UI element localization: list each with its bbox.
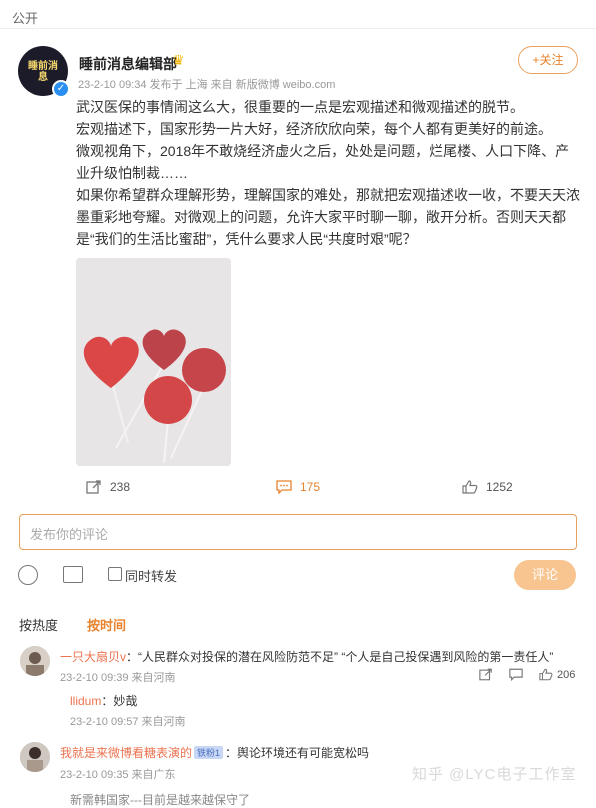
- repost-label: 同时转发: [125, 569, 178, 584]
- crown-icon: ♛: [172, 52, 185, 68]
- submit-comment-button[interactable]: 评论: [514, 560, 576, 590]
- post-paragraph: 宏观描述下，国家形势一片大好，经济欣欣向荣，每个人都有更美好的前途。: [76, 121, 552, 137]
- post-body: 武汉医保的事情闹这么大，很重要的一点是宏观描述和微观描述的脱节。 宏观描述下，国…: [76, 96, 582, 250]
- follow-button[interactable]: +关注: [518, 46, 578, 74]
- share-icon: [86, 480, 101, 494]
- share-action[interactable]: 238: [86, 478, 130, 496]
- comment-username[interactable]: 一只大扇贝v: [60, 650, 126, 664]
- comment-reply-icon[interactable]: [509, 668, 523, 684]
- comment-like-count: 206: [557, 668, 576, 681]
- comment-icon: [276, 480, 292, 494]
- post-paragraph: 如果你希望群众理解形势，理解国家的难处，那就把宏观描述收一收，不要天天浓墨重彩地…: [76, 187, 580, 247]
- post-paragraph: 微观视角下，2018年不敢烧经济虚火之后，处处是问题，烂尾楼、人口下降、产业升级…: [76, 143, 570, 181]
- comment-line: 一只大扇贝v：“人民群众对投保的潜在风险防范不足” “个人是自己投保遇到风险的第…: [60, 648, 553, 665]
- author-name[interactable]: 睡前消息编辑部: [79, 54, 177, 74]
- comment-count: 175: [300, 480, 321, 494]
- thumbs-up-icon: [462, 480, 478, 494]
- emoji-icon[interactable]: [18, 565, 38, 585]
- comment-meta: 23-2-10 09:35 来自广东: [60, 769, 176, 781]
- avatar-image: [20, 646, 50, 676]
- comment-like-action[interactable]: 206: [539, 668, 575, 681]
- comment-text: ：舆论环境还有可能宽松吗: [225, 746, 370, 760]
- commenter-avatar[interactable]: [20, 742, 50, 772]
- comment-placeholder: 发布你的评论: [30, 527, 109, 542]
- sort-by-hot-tab[interactable]: 按热度: [19, 615, 58, 634]
- reply-line: llidum：妙哉: [70, 692, 137, 709]
- top-divider: [0, 28, 596, 29]
- commenter-avatar[interactable]: [20, 646, 50, 676]
- image-icon[interactable]: [63, 566, 83, 583]
- post-image[interactable]: [76, 258, 231, 466]
- comment-share-icon[interactable]: [479, 668, 493, 684]
- comment-action[interactable]: 175: [276, 478, 320, 496]
- lollipop-image: [76, 258, 231, 466]
- reply-meta: 23-2-10 09:57 来自河南: [70, 716, 186, 728]
- repost-checkbox[interactable]: [108, 567, 122, 581]
- avatar-image: [20, 742, 50, 772]
- thumbs-up-icon: [539, 668, 553, 681]
- visibility-label: 公开: [12, 11, 39, 26]
- comment-line: 我就是来微博看糖表演的 铁粉1 ：舆论环境还有可能宽松吗: [60, 744, 369, 761]
- avatar-text: 睡前消息: [28, 61, 58, 83]
- sort-by-time-tab[interactable]: 按时间: [87, 615, 126, 634]
- share-count: 238: [110, 480, 131, 494]
- comment-meta: 23-2-10 09:39 来自河南: [60, 672, 176, 684]
- post-meta: 23-2-10 09:34 发布于 上海 来自 新版微博 weibo.com: [78, 79, 336, 91]
- reply-username[interactable]: llidum: [70, 694, 101, 708]
- verified-icon: ✓: [52, 80, 70, 98]
- comment-text: ：“人民群众对投保的潜在风险防范不足” “个人是自己投保遇到风险的第一责任人”: [126, 650, 554, 664]
- like-action[interactable]: 1252: [462, 478, 513, 496]
- fan-badge: 铁粉1: [194, 746, 224, 759]
- comment-username[interactable]: 我就是来微博看糖表演的: [60, 746, 192, 760]
- reply-text: ：妙哉: [101, 694, 138, 708]
- post-paragraph: 武汉医保的事情闹这么大，很重要的一点是宏观描述和微观描述的脱节。: [76, 99, 524, 115]
- watermark: 知乎 @LYC电子工作室: [412, 766, 577, 783]
- like-count: 1252: [486, 480, 513, 494]
